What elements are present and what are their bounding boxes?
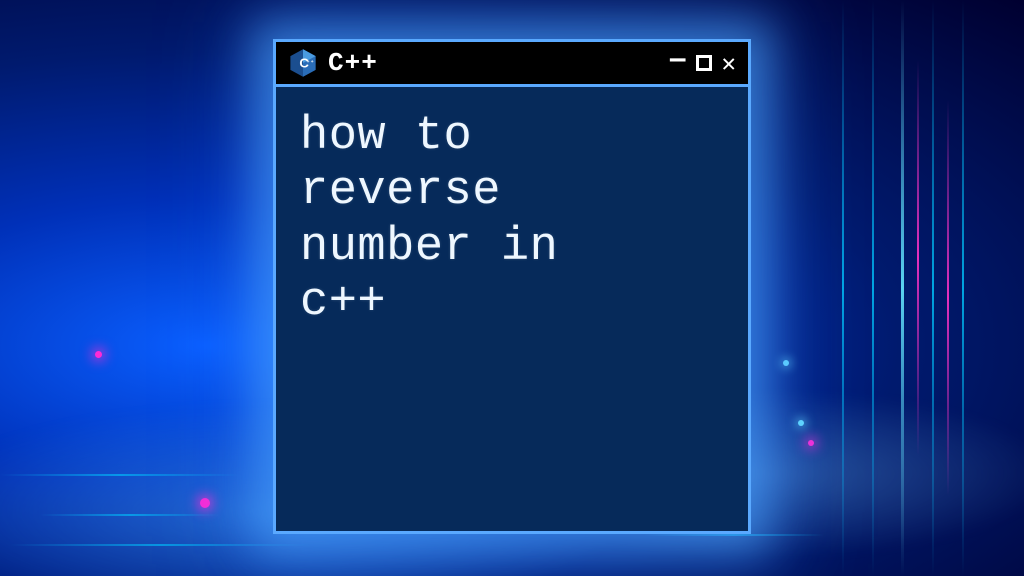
titlebar: C + + C++ — ✕ (273, 39, 751, 87)
cpp-logo-icon: C + + (288, 48, 318, 78)
svg-text:+: + (311, 60, 314, 65)
window-title: C++ (328, 48, 660, 78)
terminal-window: C + + C++ — ✕ how to reverse number in c… (273, 42, 751, 534)
minimize-button[interactable]: — (670, 46, 686, 72)
svg-text:+: + (307, 60, 310, 65)
close-button[interactable]: ✕ (722, 51, 736, 75)
window-controls: — ✕ (670, 50, 736, 76)
window-content: how to reverse number in c++ (276, 87, 748, 353)
maximize-button[interactable] (696, 55, 712, 71)
